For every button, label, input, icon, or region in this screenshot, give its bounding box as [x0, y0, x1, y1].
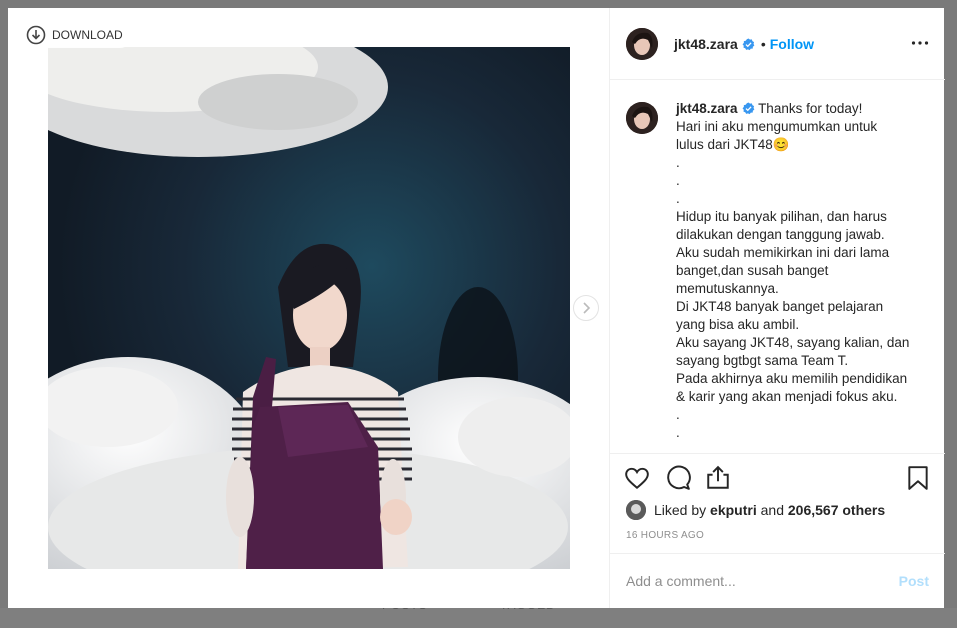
chevron-right-icon [583, 302, 591, 314]
download-label: DOWNLOAD [52, 28, 123, 42]
post-modal: DOWNLOAD jkt48.zara • Follow jkt48.zara … [8, 8, 945, 608]
caption-text: jkt48.zara Thanks for today! Hari ini ak… [676, 100, 909, 453]
caption-line: . [676, 425, 680, 440]
caption-line: . [676, 173, 680, 188]
page-background-strip [0, 608, 957, 628]
comment-icon[interactable] [665, 465, 691, 491]
post-header: jkt48.zara • Follow [610, 8, 945, 80]
header-username[interactable]: jkt48.zara [674, 36, 755, 52]
photo-illustration [48, 47, 570, 569]
bookmark-icon[interactable] [906, 465, 930, 491]
post-timestamp[interactable]: 16 HOURS AGO [626, 530, 704, 541]
liker-username[interactable]: ekputri [710, 502, 757, 518]
verified-badge-icon [742, 37, 755, 50]
caption-line: . [676, 155, 680, 170]
caption-line: Hari ini aku mengumumkan untuk [676, 119, 878, 134]
caption-username[interactable]: jkt48.zara [676, 101, 738, 116]
header-separator: • [760, 35, 766, 52]
caption-line: Di JKT48 banyak banget pelajaran [676, 299, 884, 314]
caption-line: lulus dari JKT48😊 [676, 137, 790, 152]
caption-line: dilakukan dengan tanggung jawab. [676, 227, 885, 242]
caption-line: Aku sudah memikirkan ini dari lama [676, 245, 890, 260]
avatar[interactable] [626, 27, 658, 60]
caption-line: sayang bgtbgt sama Team T. [676, 353, 849, 368]
avatar-image [626, 102, 658, 134]
share-icon[interactable] [705, 465, 731, 491]
caption-line: Pada akhirnya aku memilih pendidikan [676, 371, 908, 386]
likes-count[interactable]: 206,567 others [788, 502, 885, 518]
post-comment-button[interactable]: Post [899, 573, 929, 589]
action-bar [610, 453, 945, 501]
download-button[interactable]: DOWNLOAD [22, 22, 133, 48]
likes-prefix: Liked by [654, 502, 707, 518]
caption-section: jkt48.zara Thanks for today! Hari ini ak… [610, 80, 945, 453]
media-pane: DOWNLOAD [8, 8, 609, 608]
likes-and: and [760, 502, 784, 518]
comment-bar: Post [610, 553, 945, 608]
caption-line: yang bisa aku ambil. [676, 317, 800, 332]
caption-line: & karir yang akan menjadi fokus aku. [676, 389, 898, 404]
caption-line: memutuskannya. [676, 281, 779, 296]
caption-avatar[interactable] [626, 102, 658, 134]
download-circle-icon [26, 25, 46, 45]
caption-line: Aku sayang JKT48, sayang kalian, dan [676, 335, 910, 350]
liker-avatar[interactable] [626, 500, 646, 520]
avatar-image [626, 27, 658, 60]
follow-button[interactable]: Follow [770, 36, 814, 52]
caption-line: Hidup itu banyak pilihan, dan harus [676, 209, 887, 224]
verified-badge-icon [742, 102, 754, 115]
comment-input[interactable] [626, 573, 899, 589]
post-sidebar: jkt48.zara • Follow jkt48.zara Thanks fo… [609, 8, 945, 608]
heart-icon[interactable] [624, 465, 650, 491]
caption-line: banget,dan susah banget [676, 263, 829, 278]
caption-first-line: Thanks for today! [758, 101, 863, 116]
caption-line: . [676, 191, 680, 206]
more-options-icon[interactable] [911, 34, 929, 52]
caption-line: . [676, 407, 680, 422]
likes-summary: Liked by ekputri and 206,567 others [626, 500, 885, 520]
next-photo-button[interactable] [573, 295, 599, 321]
avatar-image [626, 500, 646, 520]
post-photo[interactable] [48, 47, 570, 569]
